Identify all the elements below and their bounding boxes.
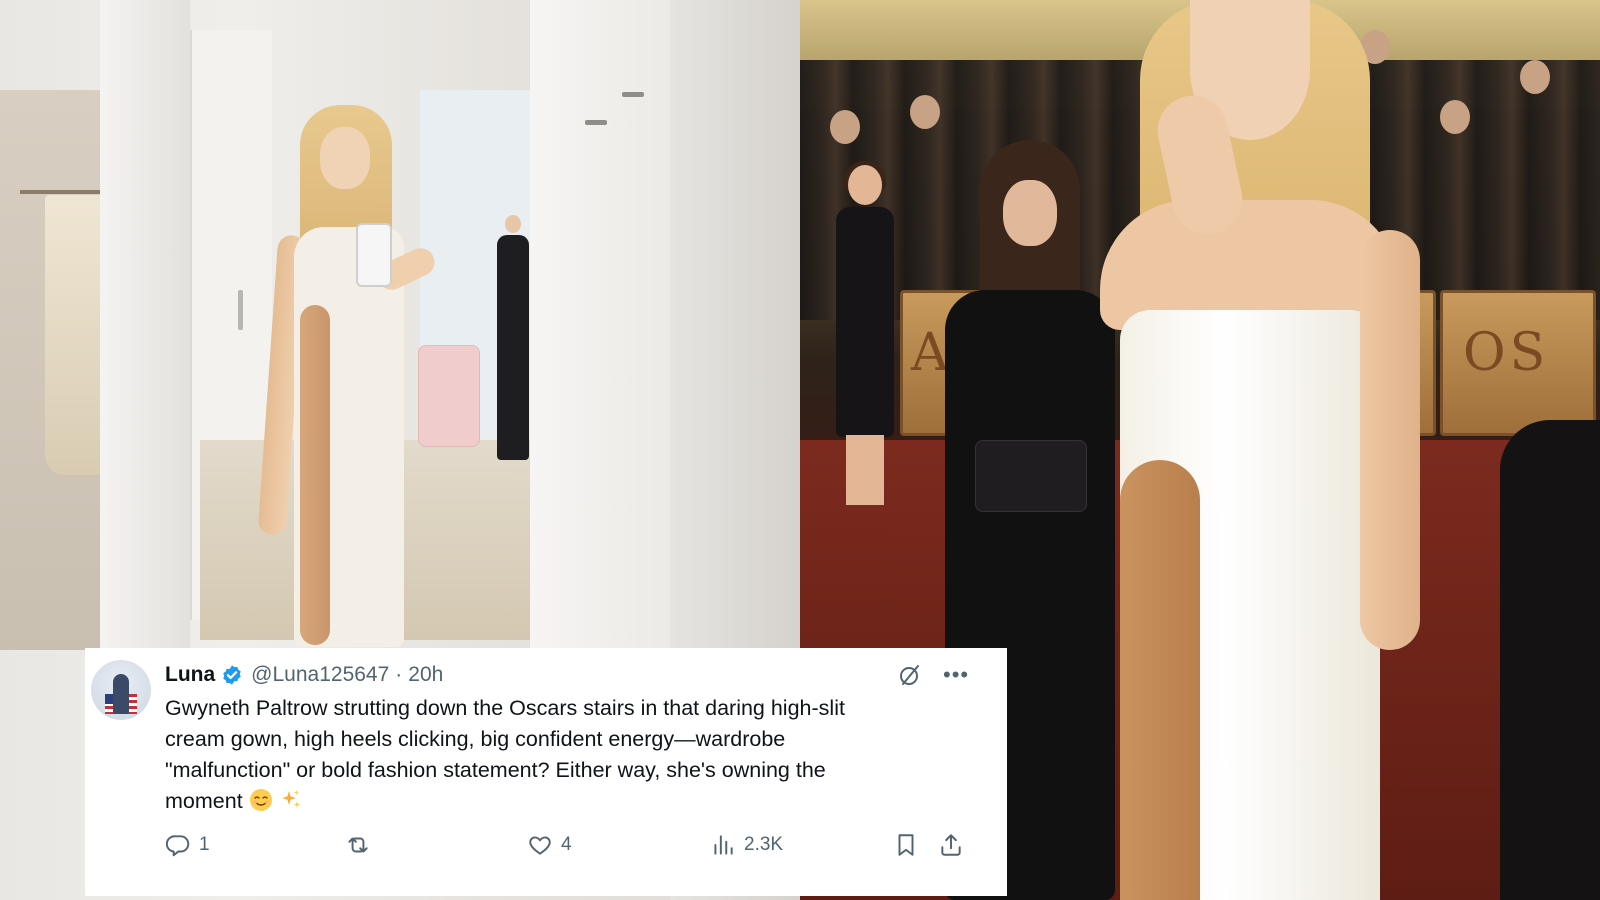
avatar[interactable] — [91, 660, 151, 720]
like-icon — [529, 836, 551, 855]
share-button[interactable] — [938, 828, 964, 862]
views-icon — [714, 835, 733, 855]
sparkles-icon — [281, 790, 301, 808]
tweet-text-line: moment — [165, 789, 243, 813]
timestamp[interactable]: 20h — [408, 663, 443, 687]
mirror-frame-right — [530, 0, 670, 660]
background-person — [495, 215, 531, 460]
door-handle — [238, 290, 243, 330]
mirror-frame-left — [100, 0, 190, 700]
like-button[interactable]: 4 — [527, 828, 572, 862]
tweet-text: Gwyneth Paltrow strutting down the Oscar… — [165, 693, 945, 817]
girl-in-black-dress — [830, 161, 900, 515]
reply-icon — [165, 835, 190, 857]
author-handle[interactable]: @Luna125647 — [251, 663, 389, 687]
woman-in-cream-gown — [257, 105, 448, 647]
verified-badge-icon — [223, 665, 241, 685]
foreground-person — [1500, 420, 1600, 900]
share-icon — [941, 834, 961, 856]
author-name[interactable]: Luna — [165, 663, 215, 687]
phone — [356, 223, 392, 287]
oscars-barrier: OS — [1440, 290, 1596, 436]
reply-count: 1 — [199, 834, 210, 855]
tweet-header: Luna @Luna125647 · 20h — [165, 662, 443, 688]
views-button[interactable]: 2.3K — [710, 828, 783, 862]
tweet-text-line: cream gown, high heels clicking, big con… — [165, 727, 786, 751]
tweet-text-line: "malfunction" or bold fashion statement?… — [165, 758, 826, 782]
wall-hook — [585, 120, 607, 125]
view-count: 2.3K — [744, 834, 784, 855]
wall-hook — [622, 92, 644, 97]
reply-button[interactable]: 1 — [165, 828, 210, 862]
bookmark-icon — [898, 834, 914, 856]
barrier-text: OS — [1463, 323, 1550, 383]
bookmark-button[interactable] — [893, 828, 919, 862]
more-icon[interactable]: ••• — [943, 664, 969, 686]
repost-icon — [348, 837, 368, 853]
blonde-woman-blowing-kiss — [1040, 0, 1460, 900]
separator: · — [395, 663, 403, 686]
tweet-card[interactable]: Luna @Luna125647 · 20h ••• Gwyneth Paltr… — [85, 648, 1007, 896]
like-count: 4 — [561, 834, 572, 855]
tweet-actions: 1 4 2.3K — [165, 828, 1000, 862]
grok-icon[interactable] — [898, 663, 922, 687]
tweet-text-line: Gwyneth Paltrow strutting down the Oscar… — [165, 696, 845, 720]
repost-button[interactable] — [345, 828, 371, 862]
tweet-text-last-line: moment — [165, 786, 945, 817]
relieved-face-icon — [249, 789, 272, 811]
